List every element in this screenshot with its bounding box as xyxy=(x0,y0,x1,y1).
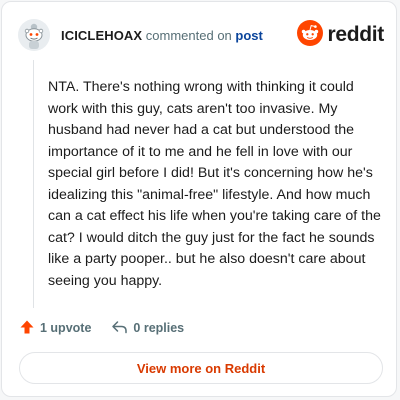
commented-on-text: commented on xyxy=(145,27,232,43)
comment-author[interactable]: ICICLEHOAX xyxy=(61,28,142,43)
reddit-brand[interactable]: reddit xyxy=(297,19,384,51)
thread-line xyxy=(33,60,34,308)
reply-arrow-icon xyxy=(111,319,128,338)
upvote-button[interactable]: 1 upvote xyxy=(19,319,91,338)
reddit-logo-icon xyxy=(297,19,324,51)
reply-count: 0 replies xyxy=(133,321,185,335)
upvote-arrow-icon xyxy=(19,319,35,338)
comment-meta: ICICLEHOAX commented on post xyxy=(61,28,263,43)
comment-body: NTA. There's nothing wrong with thinking… xyxy=(48,79,381,289)
comment-header: ICICLEHOAX commented on post reddit xyxy=(18,18,384,52)
snoo-avatar-icon[interactable] xyxy=(18,19,50,51)
upvote-count: 1 upvote xyxy=(40,321,92,335)
embedded-comment-card: ICICLEHOAX commented on post reddit NTA.… xyxy=(1,1,397,397)
reddit-wordmark: reddit xyxy=(327,23,384,46)
post-link[interactable]: post xyxy=(235,28,262,43)
view-more-button[interactable]: View more on Reddit xyxy=(19,352,383,384)
comment-actions: 1 upvote 0 replies xyxy=(19,318,184,338)
reply-button[interactable]: 0 replies xyxy=(111,319,184,338)
